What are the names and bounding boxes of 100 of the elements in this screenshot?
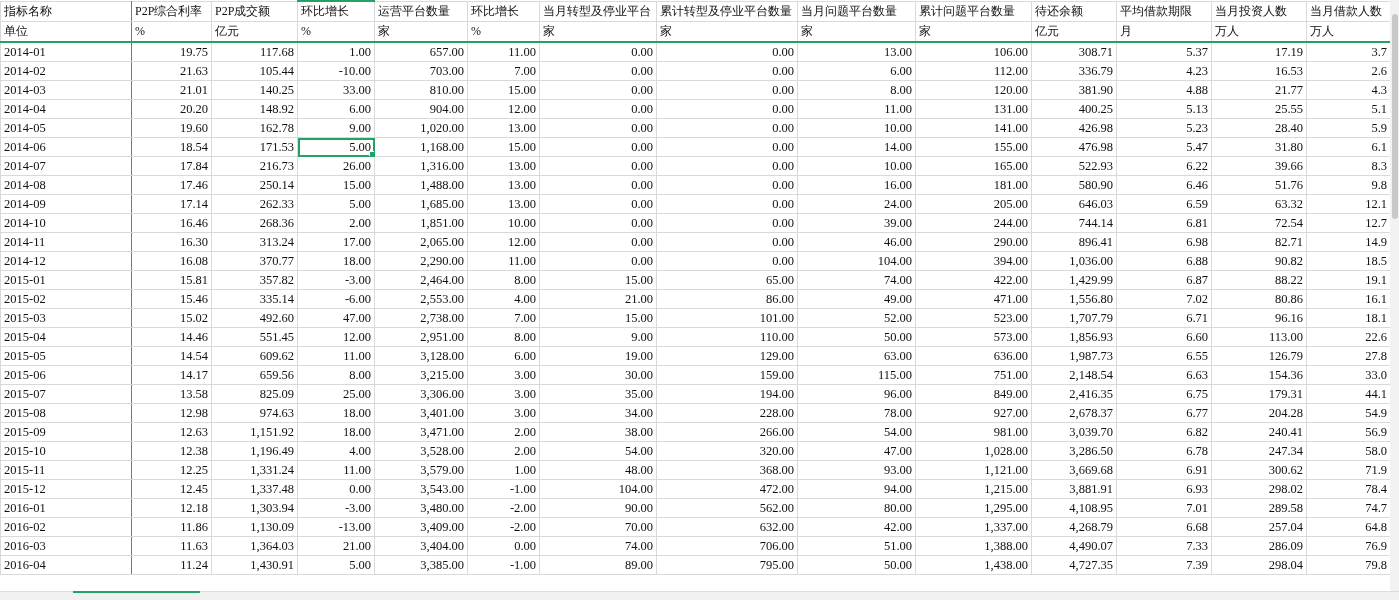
table-cell[interactable]: 6.71 [1116,308,1212,328]
table-cell[interactable]: 6.00 [797,61,916,81]
table-cell[interactable]: 7.01 [1116,498,1212,518]
unit-cell[interactable]: 月 [1116,21,1212,42]
table-cell[interactable]: 15.00 [467,137,540,157]
table-cell[interactable]: 10.00 [797,156,916,176]
table-cell[interactable]: 2014-12 [0,251,132,271]
column-header[interactable]: 环比增长 [297,1,375,22]
table-cell[interactable]: 2,678.37 [1031,403,1117,423]
table-cell[interactable]: 3,881.91 [1031,479,1117,499]
table-cell[interactable]: 11.24 [131,555,212,575]
table-cell[interactable]: 90.00 [539,498,657,518]
table-cell[interactable]: 2016-02 [0,517,132,537]
table-cell[interactable]: 49.00 [797,289,916,309]
table-cell[interactable]: 2015-10 [0,441,132,461]
table-cell[interactable]: 12.38 [131,441,212,461]
table-cell[interactable]: 2015-04 [0,327,132,347]
selected-cell[interactable]: 5.00 [297,137,375,157]
table-cell[interactable]: 2014-11 [0,232,132,252]
unit-cell[interactable]: % [467,21,540,42]
table-cell[interactable]: 2015-08 [0,403,132,423]
table-cell[interactable]: 113.00 [1211,327,1307,347]
table-cell[interactable]: 86.00 [656,289,798,309]
table-cell[interactable]: 370.77 [211,251,298,271]
table-cell[interactable]: 6.46 [1116,175,1212,195]
table-cell[interactable]: 89.00 [539,555,657,575]
table-cell[interactable]: 1.00 [297,42,375,62]
table-cell[interactable]: 3,286.50 [1031,441,1117,461]
table-cell[interactable]: 50.00 [797,327,916,347]
table-cell[interactable]: 11.00 [797,99,916,119]
vertical-scrollbar[interactable] [1390,0,1399,591]
table-cell[interactable]: 12.18 [131,498,212,518]
table-cell[interactable]: 181.00 [915,175,1032,195]
table-cell[interactable]: 94.00 [797,479,916,499]
table-row[interactable]: 2014-07 17.84 216.73 26.00 1,316.00 13.00 0.00 0.00 10.00 165.00 522.93 6.22 39.66 8.3 [0,156,1390,176]
table-cell[interactable]: 12.45 [131,479,212,499]
table-cell[interactable]: 63.00 [797,346,916,366]
table-cell[interactable]: 117.68 [211,42,298,62]
table-cell[interactable]: 1,388.00 [915,536,1032,556]
table-cell[interactable]: 3,409.00 [374,517,468,537]
table-cell[interactable]: 16.30 [131,232,212,252]
table-cell[interactable]: 357.82 [211,270,298,290]
table-cell[interactable]: 1.00 [467,460,540,480]
table-cell[interactable]: 7.33 [1116,536,1212,556]
table-cell[interactable]: 13.00 [467,156,540,176]
table-cell[interactable]: 250.14 [211,175,298,195]
table-cell[interactable]: 472.00 [656,479,798,499]
table-cell[interactable]: 974.63 [211,403,298,423]
table-cell[interactable]: 3,128.00 [374,346,468,366]
table-cell[interactable]: 8.00 [467,270,540,290]
table-cell[interactable]: 115.00 [797,365,916,385]
table-cell[interactable]: 3,306.00 [374,384,468,404]
table-cell[interactable]: 6.68 [1116,517,1212,537]
table-cell[interactable]: 1,438.00 [915,555,1032,575]
table-cell[interactable]: 289.58 [1211,498,1307,518]
table-cell[interactable]: 703.00 [374,61,468,81]
table-cell[interactable]: 2015-01 [0,270,132,290]
table-cell[interactable]: 14.46 [131,327,212,347]
table-cell[interactable]: 18.00 [297,422,375,442]
table-cell[interactable]: 2014-01 [0,42,132,62]
table-cell[interactable]: 1,337.00 [915,517,1032,537]
table-cell[interactable]: 562.00 [656,498,798,518]
table-cell[interactable]: 18.00 [297,251,375,271]
table-cell[interactable]: 313.24 [211,232,298,252]
table-cell[interactable]: 105.44 [211,61,298,81]
table-cell[interactable]: 1,215.00 [915,479,1032,499]
table-cell[interactable]: 39.66 [1211,156,1307,176]
table-cell[interactable]: 2014-05 [0,118,132,138]
table-cell[interactable]: 2014-04 [0,99,132,119]
table-cell[interactable]: 368.00 [656,460,798,480]
table-cell[interactable]: 42.00 [797,517,916,537]
table-cell[interactable]: 6.78 [1116,441,1212,461]
table-cell[interactable]: 63.32 [1211,194,1307,214]
table-cell[interactable]: 20.20 [131,99,212,119]
table-cell[interactable]: 2014-09 [0,194,132,214]
table-cell[interactable]: 34.00 [539,403,657,423]
table-cell[interactable]: 7.02 [1116,289,1212,309]
table-cell[interactable]: 6.93 [1116,479,1212,499]
table-cell[interactable]: 657.00 [374,42,468,62]
table-cell[interactable]: 194.00 [656,384,798,404]
table-cell[interactable]: 1,685.00 [374,194,468,214]
table-cell[interactable]: 48.00 [539,460,657,480]
column-header[interactable]: 累计转型及停业平台数量 [656,1,798,22]
table-cell[interactable]: 0.00 [656,156,798,176]
table-cell[interactable]: 13.00 [797,42,916,62]
table-cell[interactable]: 7.00 [467,308,540,328]
table-cell[interactable]: 636.00 [915,346,1032,366]
table-cell[interactable]: 148.92 [211,99,298,119]
table-cell[interactable]: 3,669.68 [1031,460,1117,480]
table-cell[interactable]: 471.00 [915,289,1032,309]
column-header[interactable]: 平均借款期限 [1116,1,1212,22]
table-cell[interactable]: 2015-06 [0,365,132,385]
table-cell[interactable]: 580.90 [1031,175,1117,195]
table-cell[interactable]: 0.00 [656,137,798,157]
table-cell[interactable]: 14.17 [131,365,212,385]
table-cell[interactable]: 3.00 [467,365,540,385]
table-cell[interactable]: 74.00 [797,270,916,290]
table-cell[interactable]: 0.00 [656,251,798,271]
table-cell[interactable]: 904.00 [374,99,468,119]
table-cell[interactable]: 31.80 [1211,137,1307,157]
